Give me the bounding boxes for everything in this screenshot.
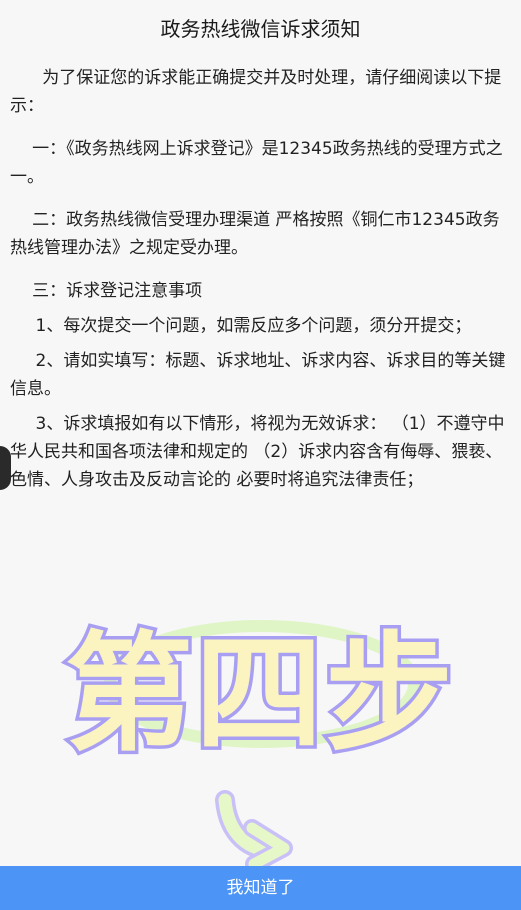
- highlight-oval-icon: [104, 620, 420, 748]
- notice-subitem-3: 3、诉求填报如有以下情形，将视为无效诉求： （1）不遵守中华人民共和国各项法律和…: [10, 414, 505, 490]
- notice-content: 为了保证您的诉求能正确提交并及时处理，请仔细阅读以下提示： 一：《政务热线网上诉…: [10, 64, 510, 509]
- side-handle[interactable]: [0, 446, 11, 490]
- curved-arrow-down-icon: [215, 790, 293, 870]
- notice-intro: 为了保证您的诉求能正确提交并及时处理，请仔细阅读以下提示：: [10, 68, 502, 116]
- notice-subitem-1: 1、每次提交一个问题，如需反应多个问题，须分开提交；: [35, 316, 472, 336]
- confirm-button[interactable]: 我知道了: [0, 866, 521, 910]
- page-title: 政务热线微信诉求须知: [160, 17, 361, 41]
- step-label: 第四步: [65, 620, 455, 769]
- notice-item-2: 二：政务热线微信受理办理渠道 严格按照《铜仁市12345政务热线管理办法》之规定…: [10, 210, 500, 258]
- notice-subitem-2: 2、请如实填写：标题、诉求地址、诉求内容、诉求目的等关键信息。: [10, 351, 506, 399]
- notice-item-3: 三：诉求登记注意事项: [32, 281, 203, 301]
- step-overlay: 第四步: [61, 617, 457, 870]
- notice-item-1: 一：《政务热线网上诉求登记》是12345政务热线的受理方式之一。: [10, 139, 503, 187]
